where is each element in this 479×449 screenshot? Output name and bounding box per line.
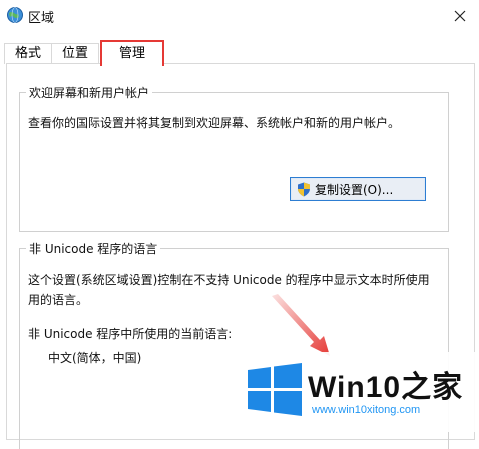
window-title: 区域 <box>28 11 55 26</box>
non-unicode-group-legend: 非 Unicode 程序的语言 <box>26 240 161 257</box>
copy-settings-button[interactable]: 复制设置(O)... <box>290 177 426 201</box>
welcome-description: 查看你的国际设置并将其复制到欢迎屏幕、系统帐户和新的用户帐户。 <box>28 116 401 130</box>
watermark: Win10之家 www.win10xitong.com <box>238 352 479 432</box>
current-language-value: 中文(简体，中国) <box>48 351 142 365</box>
welcome-group-legend: 欢迎屏幕和新用户帐户 <box>26 84 153 101</box>
close-button[interactable] <box>441 0 479 32</box>
globe-icon <box>6 6 24 24</box>
non-unicode-description-line1: 这个设置(系统区域设置)控制在不支持 Unicode 的程序中显示文本时所使用 <box>28 273 430 287</box>
copy-settings-label: 复制设置(O)... <box>315 182 394 197</box>
tab-format[interactable]: 格式 <box>4 43 52 64</box>
windows-logo-icon <box>248 363 302 416</box>
tab-administrative[interactable]: 管理 <box>100 40 164 66</box>
region-dialog: 区域 格式 位置 管理 欢迎屏幕和新用户帐户 查看你的国际设置并将其复制到欢迎屏… <box>0 0 479 449</box>
non-unicode-description-line2: 用的语言。 <box>28 293 89 307</box>
welcome-screen-group: 欢迎屏幕和新用户帐户 查看你的国际设置并将其复制到欢迎屏幕、系统帐户和新的用户帐… <box>19 84 449 232</box>
watermark-url: www.win10xitong.com <box>312 404 421 416</box>
uac-shield-icon <box>297 182 311 197</box>
tab-location[interactable]: 位置 <box>51 43 99 64</box>
current-language-label: 非 Unicode 程序中所使用的当前语言: <box>28 327 233 341</box>
watermark-brand-suffix: 之家 <box>401 371 464 404</box>
close-icon <box>454 10 466 22</box>
watermark-brand: Win10之家 <box>308 362 463 406</box>
watermark-brand-prefix: Win10 <box>308 371 402 404</box>
title-bar: 区域 <box>0 0 479 32</box>
